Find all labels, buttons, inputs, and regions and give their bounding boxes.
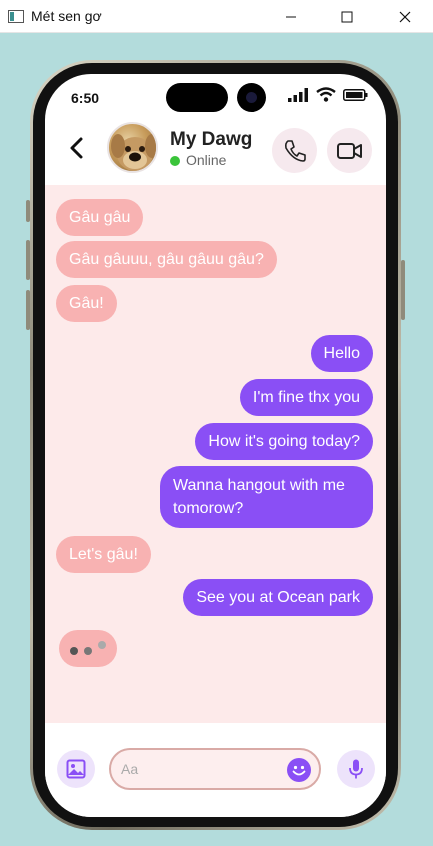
message-outgoing: Hello (310, 335, 373, 372)
close-button[interactable] (376, 0, 433, 33)
phone-side-button (26, 240, 30, 280)
minimize-button[interactable] (262, 0, 320, 33)
battery-icon (343, 89, 368, 101)
app-window-icon (8, 10, 24, 23)
window-titlebar: Mét sen gơ (0, 0, 433, 33)
emoji-icon (292, 765, 306, 776)
message-outgoing: I'm fine thx you (239, 379, 373, 416)
typing-dot (84, 647, 92, 655)
online-status-text: Online (186, 152, 227, 168)
typing-dot (98, 641, 106, 649)
message-outgoing: How it's going today? (195, 423, 373, 460)
phone-side-button (401, 260, 405, 320)
minimize-icon (286, 16, 296, 17)
avatar[interactable] (107, 122, 158, 173)
close-icon (399, 11, 411, 22)
message-incoming: Gâu gâuuu, gâu gâuu gâu? (56, 241, 277, 278)
call-button[interactable] (272, 128, 317, 173)
attach-image-button[interactable] (57, 750, 95, 788)
message-outgoing: See you at Ocean park (183, 579, 373, 616)
message-incoming: Let's gâu! (56, 536, 151, 573)
typing-dot (70, 647, 78, 655)
message-outgoing: Wanna hangout with me tomorow? (160, 466, 373, 528)
wifi-icon (316, 87, 336, 102)
message-incoming: Gâu gâu (56, 199, 144, 236)
dog-avatar-image (111, 134, 156, 171)
message-input-box[interactable] (109, 748, 321, 790)
contact-name: My Dawg (170, 129, 253, 150)
signal-icon (288, 88, 308, 102)
online-status-dot (170, 156, 180, 166)
dynamic-island (166, 83, 228, 112)
microphone-icon (349, 759, 363, 779)
maximize-button[interactable] (318, 0, 376, 33)
voice-message-button[interactable] (337, 750, 375, 788)
image-icon (66, 759, 86, 779)
front-camera (237, 83, 266, 112)
chevron-left-icon (70, 137, 83, 159)
composer-bar (45, 723, 386, 817)
emoji-button[interactable] (287, 758, 311, 782)
back-button[interactable] (67, 135, 87, 161)
window-title: Mét sen gơ (31, 8, 102, 24)
message-incoming: Gâu! (56, 285, 117, 322)
phone-side-button (26, 290, 30, 330)
phone-icon (284, 139, 306, 162)
message-input[interactable] (121, 759, 281, 779)
status-time: 6:50 (71, 90, 100, 106)
phone-side-button (26, 200, 30, 222)
typing-indicator (59, 630, 117, 667)
maximize-icon (341, 11, 353, 22)
video-camera-icon (336, 142, 362, 159)
phone-screen: 6:50 My Dawg Online Gâu gâu Gâu gâuuu, g… (45, 74, 386, 817)
video-call-button[interactable] (327, 128, 372, 173)
